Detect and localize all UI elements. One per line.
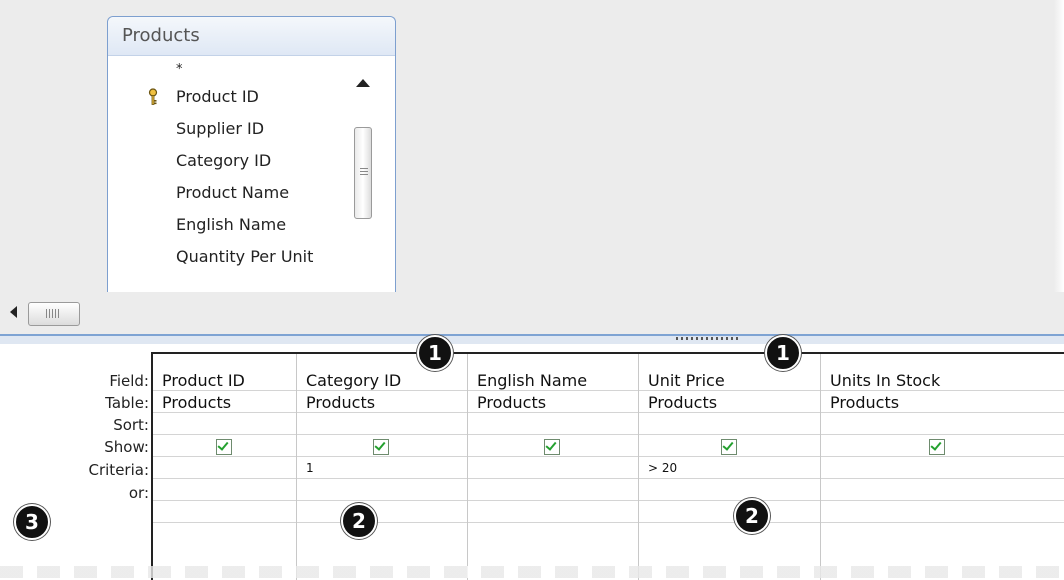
blank-cell[interactable] xyxy=(153,502,296,523)
row-label-sort: Sort: xyxy=(113,416,149,434)
field-cell[interactable]: English Name xyxy=(468,370,638,391)
row-label-field: Field: xyxy=(109,372,149,390)
blank-cell[interactable] xyxy=(468,524,638,545)
table-title[interactable]: Products xyxy=(108,17,395,56)
row-label-show: Show: xyxy=(104,438,149,456)
table-cell[interactable]: Products xyxy=(639,392,820,413)
table-cell[interactable]: Products xyxy=(297,392,467,413)
primary-key-icon xyxy=(148,88,158,105)
show-cell[interactable] xyxy=(153,436,296,457)
row-label-criteria: Criteria: xyxy=(88,461,150,479)
field-item-category-id[interactable]: Category ID xyxy=(116,145,356,177)
field-item-all[interactable]: * xyxy=(116,61,356,81)
blank-cell[interactable] xyxy=(639,502,820,523)
blank-cell[interactable] xyxy=(639,524,820,545)
criteria-cell[interactable] xyxy=(153,458,296,479)
blank-cell[interactable] xyxy=(297,524,467,545)
splitter-grip[interactable] xyxy=(676,337,740,340)
field-label: Product ID xyxy=(176,87,259,106)
field-item-product-id[interactable]: Product ID xyxy=(116,81,356,113)
row-label-table: Table: xyxy=(105,394,149,412)
field-item-english-name[interactable]: English Name xyxy=(116,209,356,241)
criteria-cell[interactable]: > 20 xyxy=(639,458,820,479)
grid-column-units-in-stock[interactable]: Units In Stock Products xyxy=(821,354,1064,580)
show-checkbox[interactable] xyxy=(216,439,232,455)
or-cell[interactable] xyxy=(153,480,296,501)
blank-cell[interactable] xyxy=(821,524,1064,545)
table-cell[interactable]: Products xyxy=(153,392,296,413)
sort-cell[interactable] xyxy=(297,414,467,435)
show-cell[interactable] xyxy=(639,436,820,457)
grid-column-unit-price[interactable]: Unit Price Products > 20 xyxy=(639,354,821,580)
horizontal-scroll-thumb[interactable] xyxy=(28,302,80,326)
blank-cell[interactable] xyxy=(153,524,296,545)
design-grid: Field: Table: Sort: Show: Criteria: or: … xyxy=(0,344,1064,580)
sort-cell[interactable] xyxy=(468,414,638,435)
show-cell[interactable] xyxy=(297,436,467,457)
pane-splitter[interactable] xyxy=(0,334,1064,344)
field-item-quantity-per-unit[interactable]: Quantity Per Unit xyxy=(116,241,356,273)
callout-2-criteria: 2 xyxy=(734,498,770,534)
blank-cell[interactable] xyxy=(297,502,467,523)
field-cell[interactable]: Category ID xyxy=(297,370,467,391)
torn-edge xyxy=(0,566,1064,578)
show-checkbox[interactable] xyxy=(929,439,945,455)
field-list: * Product ID Supplier ID Category ID Pro… xyxy=(116,61,356,273)
scroll-left-arrow-icon[interactable] xyxy=(10,306,17,318)
criteria-cell[interactable]: 1 xyxy=(297,458,467,479)
table-pane: Products * Product ID Supplier ID Catego… xyxy=(0,0,1064,313)
field-item-product-name[interactable]: Product Name xyxy=(116,177,356,209)
vertical-scroll-thumb[interactable] xyxy=(354,127,372,219)
callout-2-criteria: 2 xyxy=(341,503,377,539)
grid-frame: Product ID Products Category ID Products… xyxy=(151,352,1064,580)
show-checkbox[interactable] xyxy=(721,439,737,455)
callout-1-field-row: 1 xyxy=(417,335,453,371)
or-cell[interactable] xyxy=(639,480,820,501)
grid-column-category-id[interactable]: Category ID Products 1 xyxy=(297,354,468,580)
criteria-cell[interactable] xyxy=(468,458,638,479)
or-cell[interactable] xyxy=(468,480,638,501)
or-cell[interactable] xyxy=(297,480,467,501)
sort-cell[interactable] xyxy=(153,414,296,435)
products-table-box[interactable]: Products * Product ID Supplier ID Catego… xyxy=(107,16,396,313)
table-cell[interactable]: Products xyxy=(468,392,638,413)
field-cell[interactable]: Product ID xyxy=(153,370,296,391)
or-cell[interactable] xyxy=(821,480,1064,501)
show-cell[interactable] xyxy=(468,436,638,457)
blank-cell[interactable] xyxy=(821,502,1064,523)
scroll-up-arrow-icon[interactable] xyxy=(356,79,370,87)
callout-3-row-labels: 3 xyxy=(14,504,50,540)
table-cell[interactable]: Products xyxy=(821,392,1064,413)
row-label-or: or: xyxy=(128,484,149,502)
blank-cell[interactable] xyxy=(468,502,638,523)
show-checkbox[interactable] xyxy=(544,439,560,455)
show-cell[interactable] xyxy=(821,436,1064,457)
field-cell[interactable]: Units In Stock xyxy=(821,370,1064,391)
field-item-supplier-id[interactable]: Supplier ID xyxy=(116,113,356,145)
sort-cell[interactable] xyxy=(639,414,820,435)
grid-column-product-id[interactable]: Product ID Products xyxy=(153,354,297,580)
show-checkbox[interactable] xyxy=(373,439,389,455)
grid-column-english-name[interactable]: English Name Products xyxy=(468,354,639,580)
field-cell[interactable]: Unit Price xyxy=(639,370,820,391)
horizontal-scrollbar[interactable] xyxy=(0,292,1064,334)
vertical-scrollbar[interactable] xyxy=(352,75,374,313)
callout-1-field-row: 1 xyxy=(765,335,801,371)
sort-cell[interactable] xyxy=(821,414,1064,435)
criteria-cell[interactable] xyxy=(821,458,1064,479)
